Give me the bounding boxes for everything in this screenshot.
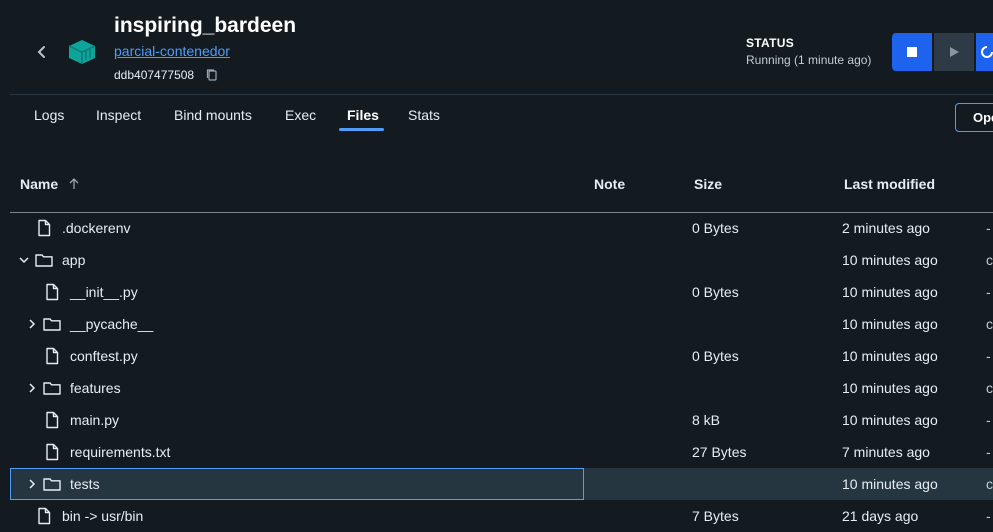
container-id: ddb407477508 (114, 68, 195, 82)
file-row[interactable]: bin -> usr/bin 7 Bytes 21 days ago - (10, 500, 993, 532)
row-actions-icon[interactable]: c (986, 316, 993, 332)
tab-logs[interactable]: Logs (34, 107, 64, 123)
file-size: 7 Bytes (692, 508, 739, 524)
active-tab-indicator (339, 128, 384, 131)
column-header-note[interactable]: Note (594, 176, 625, 192)
chevron-right-icon[interactable] (26, 317, 38, 331)
tab-stats[interactable]: Stats (408, 107, 440, 123)
file-icon (34, 218, 54, 238)
file-size: 0 Bytes (692, 284, 739, 300)
file-size: 0 Bytes (692, 348, 739, 364)
status-label: STATUS (746, 36, 795, 50)
folder-icon (42, 474, 62, 494)
row-actions-icon[interactable]: - (986, 508, 991, 524)
file-name: __pycache__ (70, 316, 154, 332)
file-last-modified: 10 minutes ago (842, 380, 938, 396)
container-name: inspiring_bardeen (114, 14, 297, 37)
row-actions-icon[interactable]: - (986, 348, 991, 364)
column-header-name[interactable]: Name (20, 176, 58, 192)
row-actions-icon[interactable]: c (986, 252, 993, 268)
file-row[interactable]: main.py 8 kB 10 minutes ago - (10, 404, 993, 436)
file-name: .dockerenv (62, 220, 131, 236)
file-row[interactable]: .dockerenv 0 Bytes 2 minutes ago - (10, 212, 993, 244)
file-row[interactable]: requirements.txt 27 Bytes 7 minutes ago - (10, 436, 993, 468)
file-name: conftest.py (70, 348, 138, 364)
file-name: main.py (70, 412, 120, 428)
status-value: Running (1 minute ago) (746, 53, 872, 67)
file-icon (42, 442, 62, 462)
file-last-modified: 2 minutes ago (842, 220, 930, 236)
stop-button[interactable] (892, 33, 932, 71)
file-row[interactable]: features 10 minutes ago c (10, 372, 993, 404)
row-actions-icon[interactable]: - (986, 444, 991, 460)
tab-bind-mounts[interactable]: Bind mounts (174, 107, 252, 123)
file-icon (34, 506, 54, 526)
chevron-left-icon (37, 46, 45, 58)
row-actions-icon[interactable]: c (986, 380, 993, 396)
copy-icon[interactable] (205, 68, 219, 82)
sort-ascending-icon[interactable] (68, 177, 80, 191)
container-icon (68, 40, 96, 64)
row-actions-icon[interactable]: - (986, 220, 991, 236)
chevron-down-icon[interactable] (18, 253, 30, 267)
column-header-last-modified[interactable]: Last modified (844, 176, 935, 192)
image-link[interactable]: parcial-contenedor (114, 43, 230, 59)
row-actions-icon[interactable]: - (986, 284, 991, 300)
column-header-size[interactable]: Size (694, 176, 722, 192)
play-icon (950, 47, 959, 57)
file-last-modified: 10 minutes ago (842, 412, 938, 428)
file-name: __init__.py (70, 284, 138, 300)
file-name: bin -> usr/bin (62, 508, 144, 524)
folder-icon (42, 314, 62, 334)
tab-bar: Logs Inspect Bind mounts Exec Files Stat… (0, 95, 993, 135)
file-size: 0 Bytes (692, 220, 739, 236)
back-button[interactable] (30, 40, 54, 64)
file-last-modified: 10 minutes ago (842, 316, 938, 332)
file-last-modified: 10 minutes ago (842, 476, 938, 492)
file-row[interactable]: conftest.py 0 Bytes 10 minutes ago - (10, 340, 993, 372)
file-last-modified: 7 minutes ago (842, 444, 930, 460)
folder-icon (42, 378, 62, 398)
folder-icon (34, 250, 54, 270)
file-size: 27 Bytes (692, 444, 747, 460)
file-row[interactable]: tests 10 minutes ago c (10, 468, 993, 500)
chevron-right-icon[interactable] (26, 381, 38, 395)
file-size: 8 kB (692, 412, 721, 428)
chevron-right-icon[interactable] (26, 477, 38, 491)
tab-inspect[interactable]: Inspect (96, 107, 141, 123)
file-icon (42, 410, 62, 430)
file-name: tests (70, 476, 100, 492)
file-last-modified: 10 minutes ago (842, 348, 938, 364)
row-actions-icon[interactable]: c (986, 476, 993, 492)
open-button[interactable]: Ope (955, 103, 993, 132)
file-row[interactable]: app 10 minutes ago c (10, 244, 993, 276)
file-icon (42, 282, 62, 302)
file-name: requirements.txt (70, 444, 171, 460)
file-last-modified: 10 minutes ago (842, 252, 938, 268)
file-last-modified: 21 days ago (842, 508, 919, 524)
restart-button[interactable] (976, 33, 993, 71)
file-row[interactable]: __init__.py 0 Bytes 10 minutes ago - (10, 276, 993, 308)
tab-exec[interactable]: Exec (285, 107, 316, 123)
stop-icon (907, 47, 917, 57)
file-name: features (70, 380, 121, 396)
file-name: app (62, 252, 86, 268)
start-button[interactable] (934, 33, 974, 71)
file-last-modified: 10 minutes ago (842, 284, 938, 300)
tab-files[interactable]: Files (347, 107, 379, 123)
row-actions-icon[interactable]: - (986, 412, 991, 428)
restart-icon (981, 46, 993, 58)
file-icon (42, 346, 62, 366)
container-header: inspiring_bardeen parcial-contenedor ddb… (0, 0, 993, 94)
file-row[interactable]: __pycache__ 10 minutes ago c (10, 308, 993, 340)
